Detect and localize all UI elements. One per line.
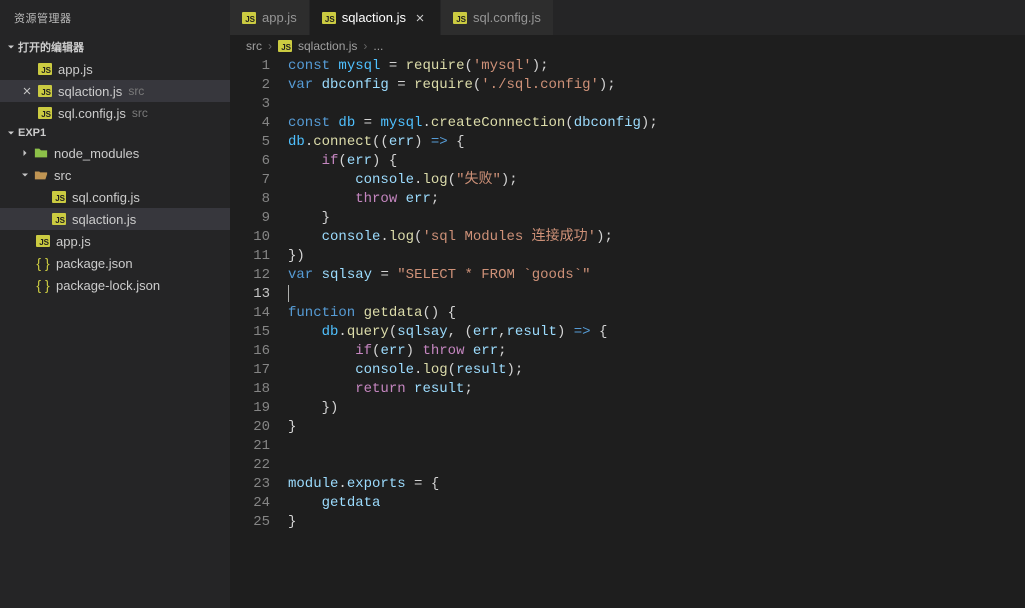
breadcrumb-ellipsis[interactable]: ... <box>373 39 383 53</box>
folder-node-modules[interactable]: node_modules <box>0 142 230 164</box>
file-name: sql.config.js <box>72 190 140 205</box>
json-file-icon: { } <box>34 255 52 271</box>
open-editor-meta: src <box>128 84 144 98</box>
open-editor-item[interactable]: JS app.js <box>0 58 230 80</box>
editor-area: JS app.js JS sqlaction.js JS sql.config.… <box>230 0 1025 608</box>
js-file-icon: JS <box>34 235 52 247</box>
tab-app-js[interactable]: JS app.js <box>230 0 310 35</box>
open-editors-label: 打开的编辑器 <box>18 39 84 55</box>
chevron-down-icon <box>4 127 18 139</box>
file-name: package.json <box>56 256 133 271</box>
chevron-right-icon <box>18 147 32 159</box>
file-item[interactable]: { } package.json <box>0 252 230 274</box>
explorer-sidebar: 资源管理器 打开的编辑器 JS app.js JS sqlaction.js s… <box>0 0 230 608</box>
file-name: sqlaction.js <box>72 212 136 227</box>
js-file-icon: JS <box>36 85 54 97</box>
close-icon[interactable] <box>412 10 428 26</box>
folder-label: src <box>54 168 71 183</box>
chevron-down-icon <box>18 169 32 181</box>
tab-label: app.js <box>262 10 297 25</box>
chevron-right-icon: › <box>363 39 367 53</box>
open-editor-name: sqlaction.js <box>58 84 122 99</box>
open-editor-name: sql.config.js <box>58 106 126 121</box>
tab-sql-config-js[interactable]: JS sql.config.js <box>441 0 554 35</box>
project-label: EXP1 <box>18 127 46 139</box>
js-file-icon: JS <box>278 39 292 53</box>
folder-src[interactable]: src <box>0 164 230 186</box>
js-file-icon: JS <box>36 63 54 75</box>
open-editor-name: app.js <box>58 62 93 77</box>
tab-label: sql.config.js <box>473 10 541 25</box>
tab-sqlaction-js[interactable]: JS sqlaction.js <box>310 0 441 35</box>
line-number-gutter: 1234567891011121314151617181920212223242… <box>230 57 288 608</box>
folder-open-icon <box>32 168 50 182</box>
tab-label: sqlaction.js <box>342 10 406 25</box>
file-item[interactable]: JS app.js <box>0 230 230 252</box>
json-file-icon: { } <box>34 277 52 293</box>
breadcrumb[interactable]: src › JS sqlaction.js › ... <box>230 35 1025 57</box>
project-header[interactable]: EXP1 <box>0 124 230 142</box>
file-name: app.js <box>56 234 91 249</box>
breadcrumb-part[interactable]: src <box>246 39 262 53</box>
js-file-icon: JS <box>242 10 256 25</box>
folder-icon <box>32 146 50 160</box>
open-editor-item[interactable]: JS sqlaction.js src <box>0 80 230 102</box>
open-editor-item[interactable]: JS sql.config.js src <box>0 102 230 124</box>
js-file-icon: JS <box>50 191 68 203</box>
folder-label: node_modules <box>54 146 139 161</box>
js-file-icon: JS <box>453 10 467 25</box>
chevron-down-icon <box>4 41 18 53</box>
breadcrumb-part[interactable]: sqlaction.js <box>298 39 357 53</box>
js-file-icon: JS <box>322 10 336 25</box>
js-file-icon: JS <box>36 107 54 119</box>
file-item[interactable]: JS sqlaction.js <box>0 208 230 230</box>
code-editor[interactable]: 1234567891011121314151617181920212223242… <box>230 57 1025 608</box>
open-editors-header[interactable]: 打开的编辑器 <box>0 36 230 58</box>
js-file-icon: JS <box>50 213 68 225</box>
file-item[interactable]: JS sql.config.js <box>0 186 230 208</box>
tab-bar: JS app.js JS sqlaction.js JS sql.config.… <box>230 0 1025 35</box>
explorer-title: 资源管理器 <box>0 0 230 36</box>
code-content[interactable]: const mysql = require('mysql');var dbcon… <box>288 57 1025 608</box>
close-icon[interactable] <box>18 85 36 97</box>
file-name: package-lock.json <box>56 278 160 293</box>
file-item[interactable]: { } package-lock.json <box>0 274 230 296</box>
open-editor-meta: src <box>132 106 148 120</box>
chevron-right-icon: › <box>268 39 272 53</box>
